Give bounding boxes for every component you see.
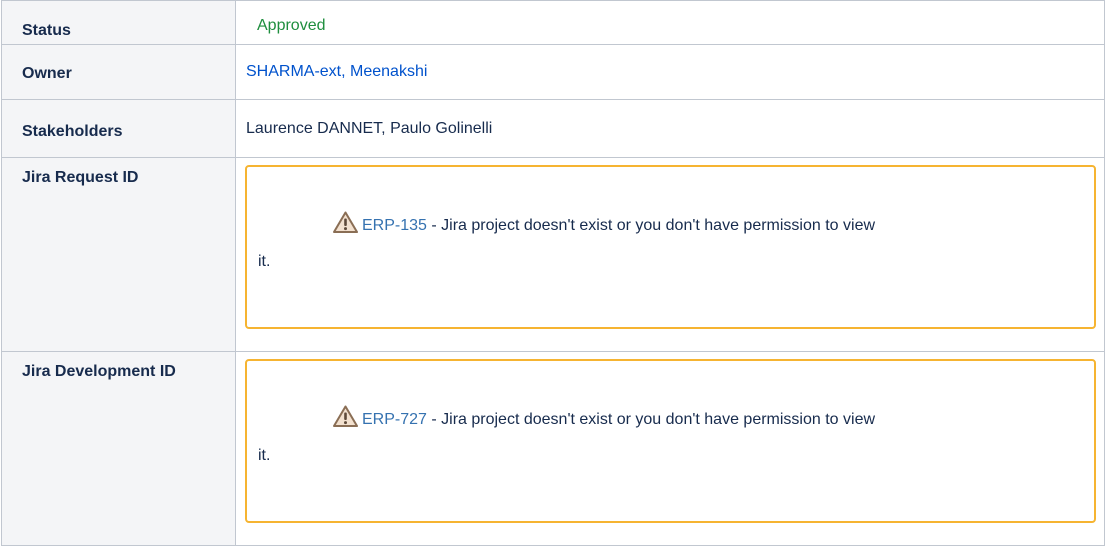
warning-icon: [333, 211, 358, 233]
stakeholders-value: Laurence DANNET, Paulo Golinelli: [246, 120, 493, 137]
jira-development-warning-panel: ERP-727 - Jira project doesn't exist or …: [245, 359, 1096, 523]
status-cell: Approved: [235, 0, 1105, 45]
jira-error-message: - Jira project doesn't exist or you don'…: [431, 411, 876, 428]
owner-label: Owner: [1, 44, 236, 100]
stakeholders-row: Stakeholders Laurence DANNET, Paulo Goli…: [1, 99, 1105, 158]
status-value: Approved: [257, 17, 326, 34]
jira-request-cell: ERP-135 - Jira project doesn't exist or …: [235, 157, 1105, 352]
warning-icon: [333, 405, 358, 427]
jira-request-label: Jira Request ID: [1, 157, 236, 352]
status-label: Status: [1, 0, 236, 45]
page-properties-table: Status Approved Owner SHARMA-ext, Meenak…: [1, 0, 1105, 546]
jira-development-cell: ERP-727 - Jira project doesn't exist or …: [235, 351, 1105, 546]
jira-development-row: Jira Development ID ERP-727 - Jira proje…: [1, 351, 1105, 546]
jira-issue-link[interactable]: ERP-727: [362, 411, 427, 428]
jira-development-label: Jira Development ID: [1, 351, 236, 546]
jira-issue-link[interactable]: ERP-135: [362, 217, 427, 234]
jira-error-message-continued: it.: [258, 253, 271, 270]
owner-cell: SHARMA-ext, Meenakshi: [235, 44, 1105, 100]
owner-user-link[interactable]: SHARMA-ext, Meenakshi: [236, 45, 1104, 81]
jira-error-message: - Jira project doesn't exist or you don'…: [431, 217, 876, 234]
status-row: Status Approved: [1, 0, 1105, 45]
jira-request-row: Jira Request ID ERP-135 - Jira project d…: [1, 157, 1105, 352]
stakeholders-label: Stakeholders: [1, 99, 236, 158]
jira-error-message-continued: it.: [258, 447, 271, 464]
stakeholders-cell: Laurence DANNET, Paulo Golinelli: [235, 99, 1105, 158]
jira-request-warning-panel: ERP-135 - Jira project doesn't exist or …: [245, 165, 1096, 329]
owner-row: Owner SHARMA-ext, Meenakshi: [1, 44, 1105, 100]
